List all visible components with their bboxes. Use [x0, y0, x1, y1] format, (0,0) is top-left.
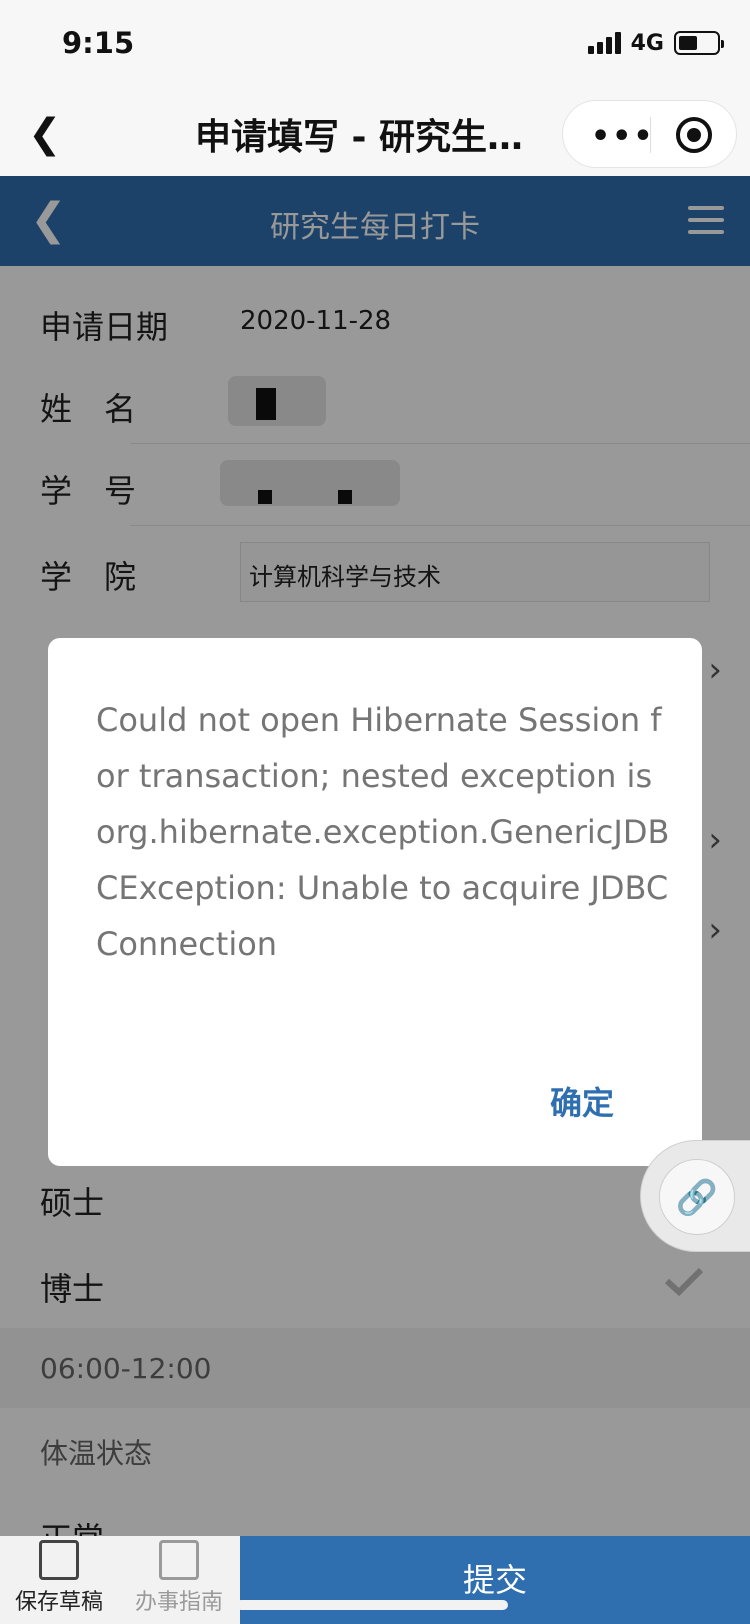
floating-link-button[interactable]: 🔗	[640, 1140, 750, 1252]
confirm-button[interactable]: 确定	[550, 1078, 614, 1124]
guide-button[interactable]: 办事指南	[124, 1540, 234, 1616]
save-draft-label: 保存草稿	[14, 1590, 103, 1615]
page-title: 申请填写 - 研究生…	[195, 117, 524, 158]
back-icon[interactable]: ❮	[28, 110, 68, 158]
signal-icon	[587, 32, 621, 54]
error-message: Could not open Hibernate Session for tra…	[96, 701, 670, 963]
miniprogram-capsule: •••	[562, 100, 737, 168]
close-miniprogram-icon[interactable]	[676, 117, 712, 153]
network-type: 4G	[630, 30, 664, 56]
status-bar: 9:15 4G	[0, 0, 750, 92]
status-time: 9:15	[62, 26, 135, 60]
save-draft-button[interactable]: 保存草稿	[4, 1540, 114, 1616]
error-dialog: Could not open Hibernate Session for tra…	[48, 638, 702, 1166]
link-icon: 🔗	[659, 1159, 735, 1235]
home-indicator	[236, 1600, 508, 1610]
bottom-bar: 保存草稿 办事指南 提交	[0, 1536, 750, 1624]
guide-icon	[159, 1540, 199, 1580]
guide-label: 办事指南	[134, 1590, 223, 1615]
more-icon[interactable]: •••	[591, 119, 655, 154]
capsule-divider	[650, 117, 651, 153]
status-icons: 4G	[587, 28, 724, 58]
battery-icon	[674, 31, 724, 55]
save-icon	[39, 1540, 79, 1580]
submit-button[interactable]: 提交	[240, 1536, 750, 1624]
miniprogram-nav: ❮ 申请填写 - 研究生… •••	[0, 92, 750, 176]
